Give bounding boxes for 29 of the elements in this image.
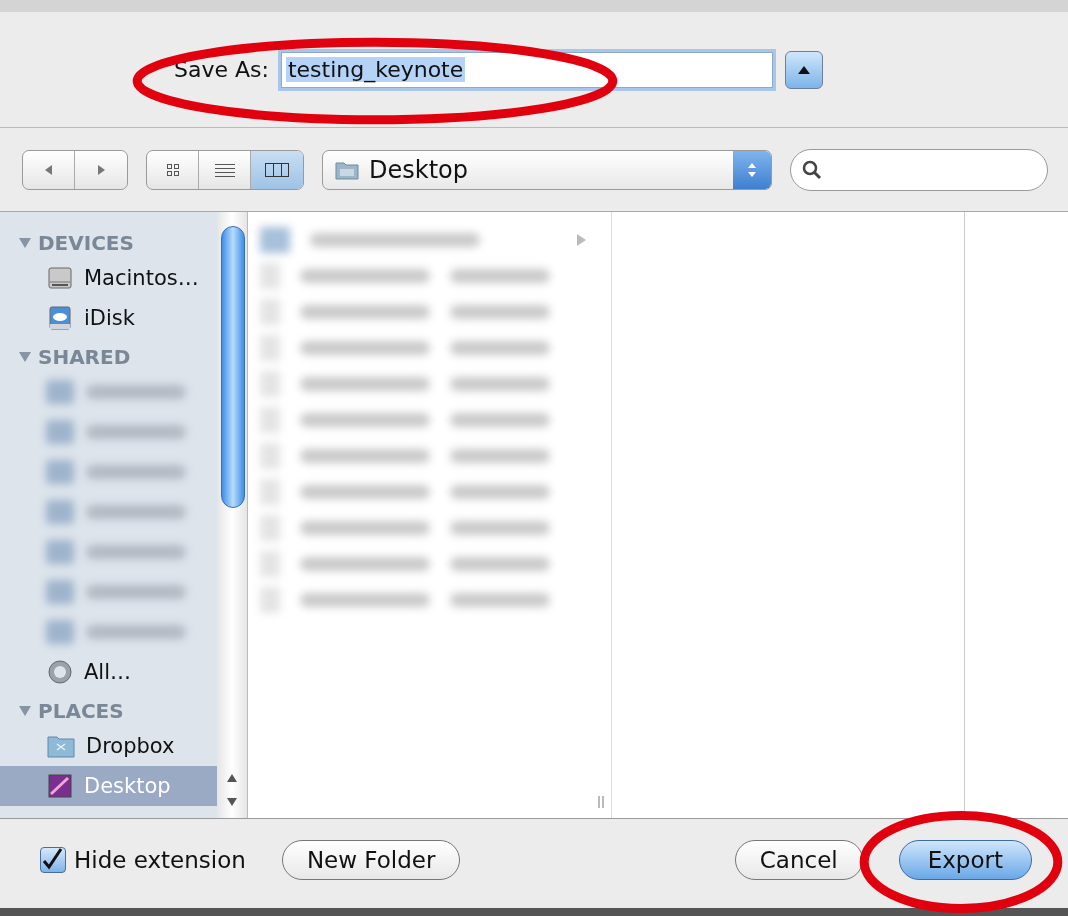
file-name-field[interactable]: testing_keynote [280, 51, 773, 88]
search-icon [801, 158, 823, 181]
checkmark-icon [41, 847, 63, 872]
desktop-icon [46, 772, 74, 800]
scroll-down-icon[interactable] [225, 796, 240, 808]
new-folder-button[interactable]: New Folder [281, 839, 461, 880]
sidebar-item[interactable]: Dropbox [0, 726, 218, 766]
expand-button[interactable] [784, 50, 823, 89]
scroll-up-icon[interactable] [225, 772, 240, 784]
cancel-button[interactable]: Cancel [734, 839, 863, 880]
list-icon [213, 161, 236, 178]
sidebar-item[interactable]: iDisk [0, 298, 218, 338]
hide-extension-checkbox[interactable]: Hide extension [40, 846, 246, 873]
sidebar-item[interactable]: All… [0, 652, 218, 692]
column-resize-handle[interactable] [597, 796, 605, 808]
search-field[interactable] [790, 148, 1048, 191]
disclosure-triangle-icon [18, 705, 32, 717]
scrollbar[interactable] [217, 212, 248, 818]
sidebar-item[interactable]: Macintos… [0, 258, 218, 298]
folder-icon [335, 159, 359, 180]
disclosure-triangle-icon [18, 351, 32, 363]
globe-icon [46, 658, 74, 686]
default-button[interactable]: Export [898, 839, 1032, 880]
triangle-icon [796, 64, 811, 75]
columns-icon [264, 161, 290, 178]
disclosure-triangle-icon [18, 237, 32, 249]
triangle-icon [575, 233, 587, 247]
location-popup[interactable]: Desktop [322, 149, 772, 190]
columns-view-button[interactable] [251, 150, 303, 189]
